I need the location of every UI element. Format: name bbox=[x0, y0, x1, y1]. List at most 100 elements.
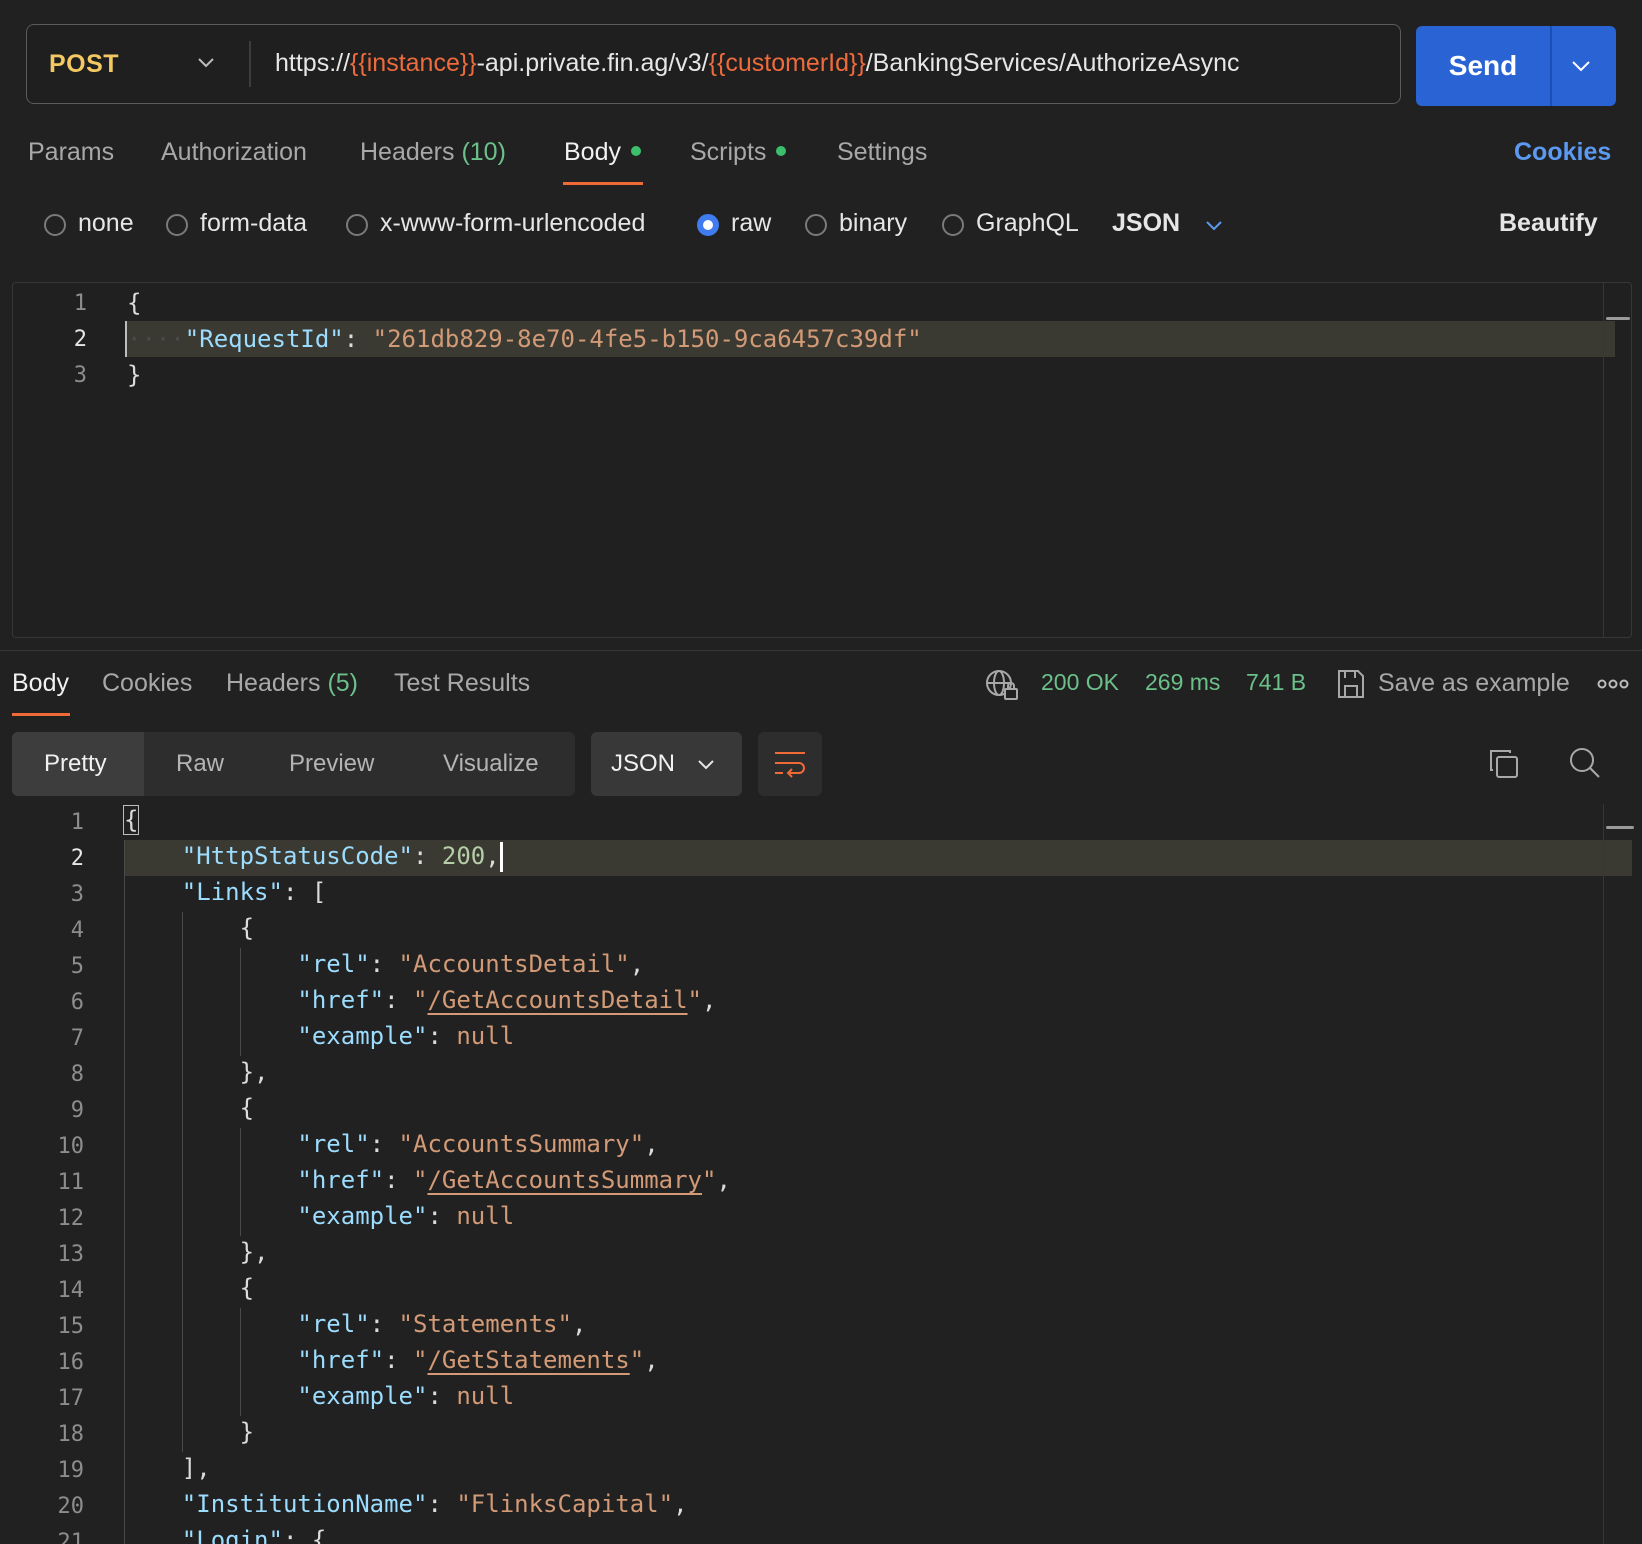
view-raw[interactable]: Raw bbox=[176, 750, 224, 778]
chevron-down-icon[interactable] bbox=[1203, 214, 1225, 236]
radio-urlencoded-label[interactable]: x-www-form-urlencoded bbox=[380, 209, 645, 238]
response-time[interactable]: 269 ms bbox=[1145, 669, 1220, 696]
tab-label: Headers bbox=[360, 138, 455, 166]
cookies-link[interactable]: Cookies bbox=[1514, 138, 1611, 167]
json-link[interactable]: /GetStatements bbox=[427, 1346, 629, 1374]
http-method-select[interactable]: POST bbox=[49, 50, 119, 79]
code-line: "Links": [ bbox=[181, 878, 327, 906]
response-size[interactable]: 741 B bbox=[1246, 669, 1306, 696]
editor-scrollbar[interactable] bbox=[1603, 283, 1632, 637]
tab-response-body[interactable]: Body bbox=[12, 669, 69, 698]
code-line: "Login": { bbox=[124, 1526, 327, 1544]
line-number: 2 bbox=[73, 327, 87, 352]
tab-test-results[interactable]: Test Results bbox=[394, 669, 530, 698]
tab-params[interactable]: Params bbox=[28, 138, 114, 167]
json-link[interactable]: /GetAccountsSummary bbox=[427, 1166, 702, 1194]
code-line: "rel": "AccountsDetail", bbox=[297, 950, 645, 978]
json-key: "example" bbox=[297, 1022, 428, 1050]
radio-raw-label[interactable]: raw bbox=[731, 209, 771, 238]
radio-graphql[interactable] bbox=[942, 214, 964, 236]
json-key: "href" bbox=[297, 1346, 385, 1374]
code-line: ····"RequestId": "261db829-8e70-4fe5-b15… bbox=[127, 325, 922, 353]
code-line: "HttpStatusCode": 200, bbox=[124, 842, 503, 872]
radio-graphql-label[interactable]: GraphQL bbox=[976, 209, 1079, 238]
pane-divider[interactable] bbox=[0, 650, 1642, 651]
wrap-lines-button[interactable] bbox=[758, 732, 822, 796]
scrollbar-thumb[interactable] bbox=[1606, 826, 1634, 829]
code-line: { bbox=[124, 1274, 255, 1302]
json-key: "href" bbox=[297, 986, 385, 1014]
radio-none-label[interactable]: none bbox=[78, 209, 134, 238]
line-number: 1 bbox=[70, 810, 84, 835]
request-body-editor[interactable]: 1 2 3 { ····"RequestId": "261db829-8e70-… bbox=[12, 282, 1632, 638]
save-icon[interactable] bbox=[1336, 668, 1366, 700]
code-line: { bbox=[122, 805, 140, 835]
response-body-viewer[interactable]: 1 2 3 4 5 6 7 8 9 10 11 12 13 14 15 16 17 18 19 20 21 { "Htt… bbox=[0, 804, 1642, 1544]
line-number: 15 bbox=[57, 1314, 85, 1339]
text-cursor bbox=[499, 842, 503, 872]
tab-authorization[interactable]: Authorization bbox=[161, 138, 307, 167]
json-number: 200 bbox=[441, 842, 486, 870]
globe-lock-icon[interactable] bbox=[984, 668, 1020, 702]
line-number: 19 bbox=[57, 1458, 85, 1483]
viewer-scrollbar[interactable] bbox=[1603, 804, 1640, 1544]
json-null: null bbox=[456, 1382, 515, 1410]
radio-form-data-label[interactable]: form-data bbox=[200, 209, 307, 238]
url-input[interactable]: https://{{instance}}-api.private.fin.ag/… bbox=[275, 49, 1240, 78]
line-number: 3 bbox=[70, 882, 84, 907]
divider bbox=[1550, 26, 1552, 106]
body-format-select[interactable]: JSON bbox=[1112, 209, 1180, 238]
tab-headers[interactable]: Headers (10) bbox=[360, 138, 506, 167]
json-key: "rel" bbox=[297, 1310, 370, 1338]
radio-binary[interactable] bbox=[805, 214, 827, 236]
tab-scripts[interactable]: Scripts bbox=[690, 138, 787, 167]
tab-response-headers[interactable]: Headers (5) bbox=[226, 669, 358, 698]
line-number: 13 bbox=[57, 1242, 85, 1267]
radio-binary-label[interactable]: binary bbox=[839, 209, 907, 238]
headers-count-badge: (10) bbox=[461, 138, 506, 166]
radio-urlencoded[interactable] bbox=[346, 214, 368, 236]
line-number: 2 bbox=[70, 846, 84, 871]
modified-dot-icon bbox=[630, 146, 641, 157]
chevron-down-icon[interactable] bbox=[195, 51, 217, 73]
chevron-down-icon[interactable] bbox=[1568, 54, 1594, 78]
search-icon[interactable] bbox=[1568, 746, 1602, 780]
json-string: "FlinksCapital" bbox=[456, 1490, 674, 1518]
active-tab-indicator bbox=[563, 182, 643, 185]
code-line: "href": "/GetAccountsSummary", bbox=[297, 1166, 731, 1194]
tab-body[interactable]: Body bbox=[564, 138, 641, 167]
json-link[interactable]: /GetAccountsDetail bbox=[427, 986, 687, 1014]
beautify-button[interactable]: Beautify bbox=[1499, 209, 1598, 238]
radio-form-data[interactable] bbox=[166, 214, 188, 236]
code-line: }, bbox=[124, 1238, 269, 1266]
line-number: 21 bbox=[57, 1530, 85, 1544]
line-number: 18 bbox=[57, 1422, 85, 1447]
view-preview[interactable]: Preview bbox=[289, 750, 374, 778]
modified-dot-icon bbox=[776, 146, 787, 157]
json-string: "AccountsDetail" bbox=[398, 950, 630, 978]
copy-icon[interactable] bbox=[1488, 748, 1520, 780]
line-number: 20 bbox=[57, 1494, 85, 1519]
more-options-icon[interactable] bbox=[1597, 676, 1629, 692]
code-line: } bbox=[127, 361, 142, 389]
code-line: "InstitutionName": "FlinksCapital", bbox=[181, 1490, 688, 1518]
tab-settings[interactable]: Settings bbox=[837, 138, 927, 167]
status-code[interactable]: 200 OK bbox=[1041, 669, 1119, 696]
json-key: "Login" bbox=[181, 1526, 283, 1544]
json-colon: : bbox=[343, 325, 373, 353]
radio-none[interactable] bbox=[44, 214, 66, 236]
tab-response-cookies[interactable]: Cookies bbox=[102, 669, 192, 698]
response-format-select[interactable]: JSON bbox=[591, 732, 742, 796]
tab-label: Body bbox=[564, 138, 621, 166]
wrap-lines-icon bbox=[775, 752, 805, 778]
save-as-example-button[interactable]: Save as example bbox=[1378, 669, 1570, 698]
scrollbar-thumb[interactable] bbox=[1606, 317, 1630, 320]
line-number: 12 bbox=[57, 1206, 85, 1231]
line-number: 8 bbox=[70, 1062, 84, 1087]
json-null: null bbox=[456, 1202, 515, 1230]
send-button[interactable]: Send bbox=[1416, 26, 1550, 106]
view-pretty[interactable]: Pretty bbox=[44, 750, 107, 778]
radio-raw[interactable] bbox=[697, 214, 719, 236]
view-visualize[interactable]: Visualize bbox=[443, 750, 539, 778]
format-label: JSON bbox=[611, 750, 676, 777]
